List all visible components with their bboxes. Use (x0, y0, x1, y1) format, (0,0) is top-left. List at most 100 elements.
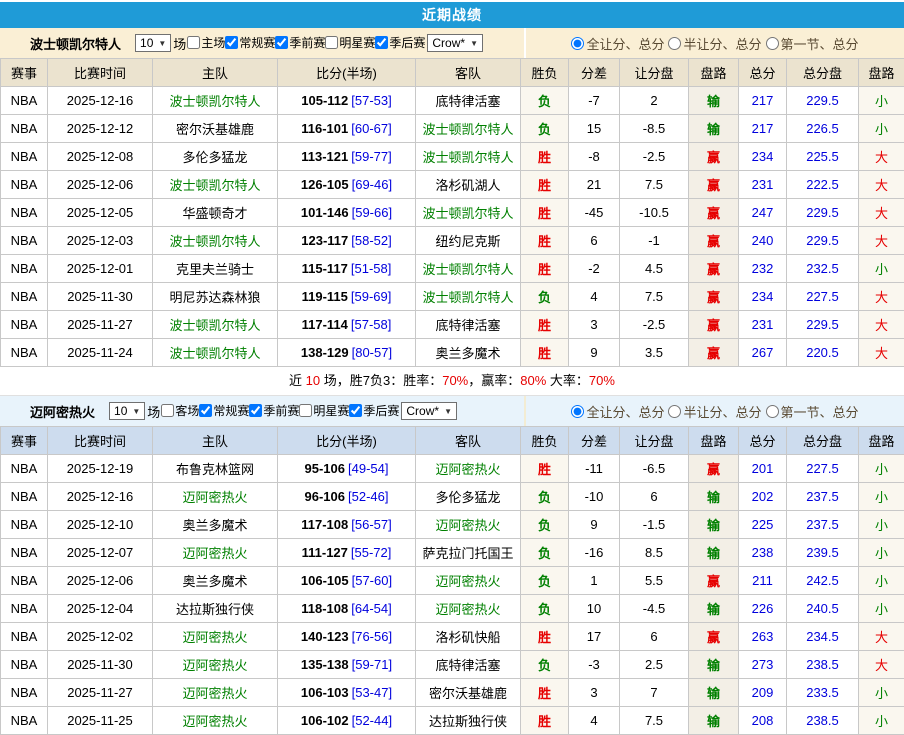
final-score: 113-121 (301, 149, 348, 164)
home-team-cell: 迈阿密热火 (153, 651, 278, 679)
filter-checkbox[interactable]: 客场 (161, 402, 199, 419)
league-cell: NBA (1, 115, 48, 143)
score-cell: 113-121[59-77] (278, 143, 416, 171)
filter-checkbox[interactable]: 季后赛 (375, 34, 425, 51)
score-cell: 117-108[56-57] (278, 511, 416, 539)
bet-type-radio[interactable]: 第一节、总分 (766, 402, 859, 421)
filter-checkbox[interactable]: 常规赛 (225, 34, 275, 51)
checkbox-input[interactable] (249, 404, 262, 417)
win-loss-cell: 负 (521, 283, 569, 311)
radio-input[interactable] (571, 405, 584, 418)
date-cell: 2025-12-07 (48, 539, 153, 567)
column-header: 总分盘 (787, 59, 859, 87)
filter-checkbox[interactable]: 明星赛 (325, 34, 375, 51)
score-cell: 101-146[59-66] (278, 199, 416, 227)
date-cell: 2025-12-08 (48, 143, 153, 171)
column-header: 总分 (739, 427, 787, 455)
total-line-cell: 229.5 (787, 227, 859, 255)
checkbox-input[interactable] (161, 404, 174, 417)
chevron-down-icon: ▼ (132, 407, 140, 416)
total-points-cell: 211 (739, 567, 787, 595)
final-score: 101-146 (301, 205, 349, 220)
total-points-cell: 240 (739, 227, 787, 255)
league-cell: NBA (1, 227, 48, 255)
filter-checkbox[interactable]: 常规赛 (199, 402, 249, 419)
checkbox-input[interactable] (225, 36, 238, 49)
final-score: 106-102 (301, 713, 349, 728)
away-team-cell: 波士顿凯尔特人 (416, 283, 521, 311)
total-points-cell: 263 (739, 623, 787, 651)
checkbox-input[interactable] (187, 36, 200, 49)
date-cell: 2025-11-30 (48, 283, 153, 311)
total-points-cell: 217 (739, 115, 787, 143)
games-count-select[interactable]: 10▼ (135, 34, 171, 52)
checkbox-label: 主场 (201, 34, 225, 51)
filter-checkbox[interactable]: 主场 (187, 34, 225, 51)
date-cell: 2025-12-16 (48, 483, 153, 511)
point-diff-cell: -7 (569, 87, 620, 115)
win-loss-cell: 胜 (521, 255, 569, 283)
chevron-down-icon: ▼ (444, 407, 452, 416)
radio-input[interactable] (668, 37, 681, 50)
filter-checkbox[interactable]: 季前赛 (249, 402, 299, 419)
total-points-cell: 234 (739, 283, 787, 311)
radio-input[interactable] (766, 405, 779, 418)
score-cell: 96-106[52-46] (278, 483, 416, 511)
radio-input[interactable] (668, 405, 681, 418)
filter-checkbox[interactable]: 季前赛 (275, 34, 325, 51)
score-cell: 117-114[57-58] (278, 311, 416, 339)
source-value: Crow* (406, 404, 439, 418)
score-cell: 123-117[58-52] (278, 227, 416, 255)
date-cell: 2025-12-06 (48, 171, 153, 199)
league-cell: NBA (1, 171, 48, 199)
league-cell: NBA (1, 143, 48, 171)
column-header: 主队 (153, 427, 278, 455)
score-cell: 116-101[60-67] (278, 115, 416, 143)
games-count-select[interactable]: 10▼ (109, 402, 145, 420)
column-header: 总分盘 (787, 427, 859, 455)
results-table: 赛事比赛时间主队比分(半场)客队胜负分差让分盘盘路总分总分盘盘路 NBA 202… (0, 426, 904, 735)
point-diff-cell: 4 (569, 707, 620, 735)
filter-checkbox[interactable]: 季后赛 (349, 402, 399, 419)
checkbox-input[interactable] (349, 404, 362, 417)
bet-type-radio[interactable]: 第一节、总分 (766, 34, 859, 53)
games-unit-label: 场 (147, 402, 160, 421)
checkbox-input[interactable] (375, 36, 388, 49)
checkbox-input[interactable] (299, 404, 312, 417)
home-team-cell: 多伦多猛龙 (153, 143, 278, 171)
bet-type-radio[interactable]: 半让分、总分 (668, 34, 761, 53)
league-cell: NBA (1, 339, 48, 367)
handicap-line-cell: -10.5 (620, 199, 689, 227)
filter-checkbox[interactable]: 明星赛 (299, 402, 349, 419)
radio-input[interactable] (571, 37, 584, 50)
checkbox-input[interactable] (199, 404, 212, 417)
bet-type-radio[interactable]: 全让分、总分 (571, 34, 664, 53)
source-select[interactable]: Crow* ▼ (401, 402, 457, 420)
summary-text: ，赢率： (468, 373, 520, 388)
bet-type-radio[interactable]: 全让分、总分 (571, 402, 664, 421)
home-team-cell: 迈阿密热火 (153, 539, 278, 567)
handicap-result-cell: 赢 (689, 339, 739, 367)
score-cell: 105-112[57-53] (278, 87, 416, 115)
handicap-line-cell: 7.5 (620, 171, 689, 199)
date-cell: 2025-11-30 (48, 651, 153, 679)
radio-input[interactable] (766, 37, 779, 50)
bet-type-radio[interactable]: 半让分、总分 (668, 402, 761, 421)
radio-label: 全让分、总分 (586, 402, 664, 421)
game-row: NBA 2025-12-05 华盛顿奇才 101-146[59-66] 波士顿凯… (1, 199, 904, 227)
checkbox-input[interactable] (275, 36, 288, 49)
game-row: NBA 2025-12-08 多伦多猛龙 113-121[59-77] 波士顿凯… (1, 143, 904, 171)
over-under-cell: 小 (859, 115, 904, 143)
final-score: 105-112 (301, 93, 348, 108)
over-under-cell: 大 (859, 623, 904, 651)
league-cell: NBA (1, 623, 48, 651)
win-loss-cell: 胜 (521, 623, 569, 651)
checkbox-input[interactable] (325, 36, 338, 49)
league-cell: NBA (1, 283, 48, 311)
total-points-cell: 267 (739, 339, 787, 367)
point-diff-cell: 3 (569, 679, 620, 707)
date-cell: 2025-11-27 (48, 311, 153, 339)
game-row: NBA 2025-12-07 迈阿密热火 111-127[55-72] 萨克拉门… (1, 539, 904, 567)
point-diff-cell: 3 (569, 311, 620, 339)
source-select[interactable]: Crow*▼ (427, 34, 483, 52)
